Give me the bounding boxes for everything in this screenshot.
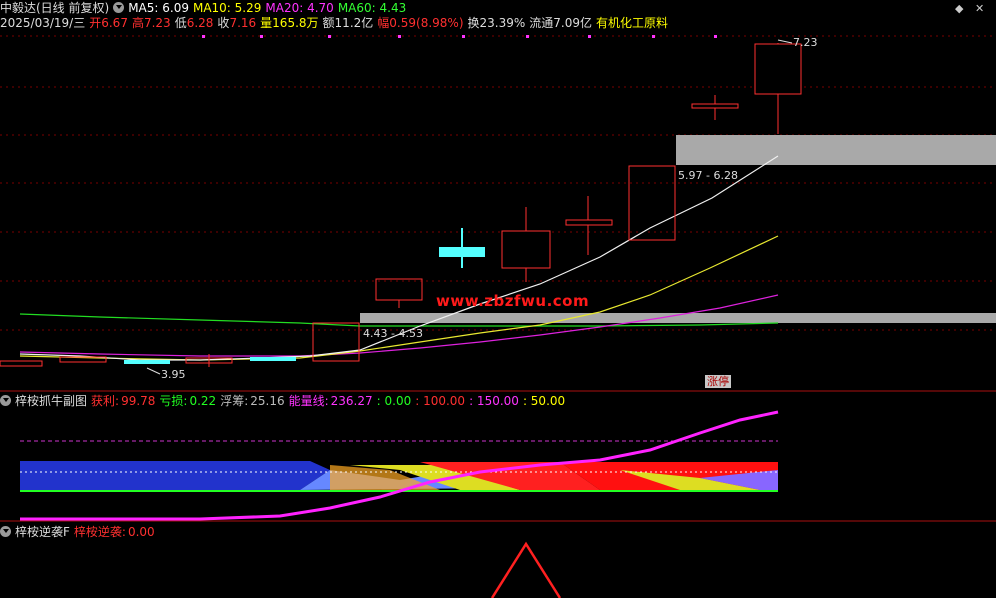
sub-panel-1-drawing bbox=[20, 410, 779, 521]
chevron-down-icon[interactable] bbox=[0, 395, 11, 406]
low-pointer-icon bbox=[146, 367, 161, 375]
signal-triangle bbox=[490, 541, 562, 598]
high-price-label: 7.23 bbox=[793, 36, 818, 49]
signal-dots bbox=[202, 35, 717, 38]
sub-panel-2-title[interactable]: 梓桉逆袭F bbox=[15, 525, 70, 539]
energy-value: 236.27 bbox=[330, 394, 373, 408]
float-chip-value: 25.16 bbox=[250, 394, 285, 408]
ma10-line bbox=[19, 235, 779, 361]
level-100: : 100.00 bbox=[415, 394, 466, 408]
signal-value: 0.00 bbox=[127, 525, 155, 539]
energy-label: 能量线: bbox=[288, 394, 329, 408]
sub-panel-1-title[interactable]: 梓桉抓牛副图 bbox=[15, 394, 87, 408]
sub-panel-1-header: 梓桉抓牛副图 获利: 99.78 亏损: 0.22 浮筹: 25.16 能量线: 236.27:… bbox=[0, 394, 569, 408]
chevron-down-icon[interactable] bbox=[0, 526, 11, 537]
sub-panel-2-header: 梓桉逆袭F 梓桉逆袭: 0.00 bbox=[0, 525, 159, 539]
lower-zone-label: 4.43 - 4.53 bbox=[363, 327, 423, 340]
loss-value: 0.22 bbox=[189, 394, 217, 408]
level-0: : 0.00 bbox=[376, 394, 412, 408]
price-grid bbox=[0, 35, 996, 331]
profit-value: 99.78 bbox=[121, 394, 156, 408]
limit-up-tag: 涨停 bbox=[705, 375, 731, 388]
loss-label: 亏损: bbox=[159, 394, 188, 408]
level-150: : 150.00 bbox=[469, 394, 519, 408]
signal-label: 梓桉逆袭: bbox=[73, 525, 126, 539]
float-chip-label: 浮筹: bbox=[220, 394, 249, 408]
upper-zone-label: 5.97 - 6.28 bbox=[678, 169, 738, 182]
watermark: www.zbzfwu.com bbox=[436, 292, 590, 310]
profit-label: 获利: bbox=[91, 394, 120, 408]
level-50: : 50.00 bbox=[522, 394, 566, 408]
high-pointer-icon bbox=[777, 39, 793, 44]
resistance-zone bbox=[676, 135, 996, 165]
low-price-label: 3.95 bbox=[161, 368, 186, 381]
